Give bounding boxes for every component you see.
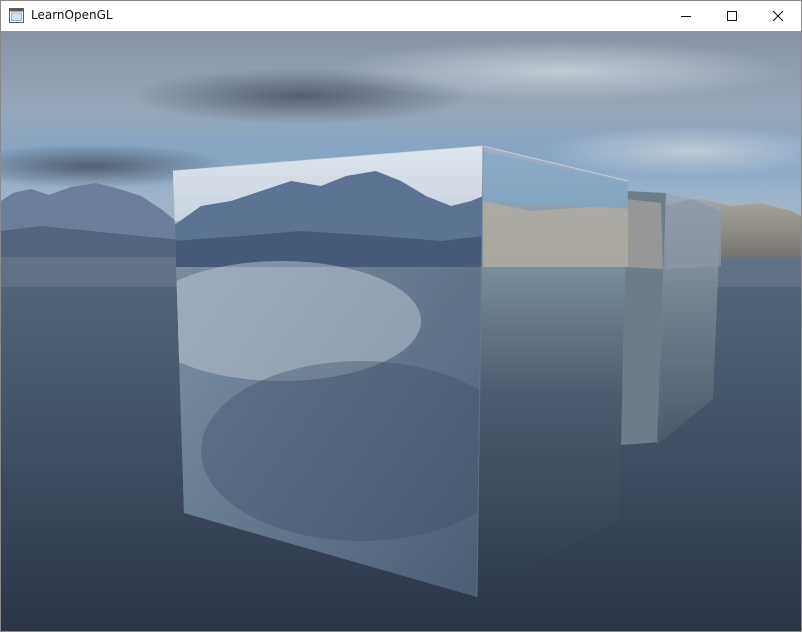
maximize-icon <box>727 11 737 21</box>
minimize-icon <box>681 16 691 17</box>
window-title: LearnOpenGL <box>31 8 113 22</box>
application-window-icon <box>9 8 24 23</box>
close-button[interactable] <box>755 1 801 31</box>
cloud <box>331 41 791 101</box>
maximize-button[interactable] <box>709 1 755 31</box>
minimize-button[interactable] <box>663 1 709 31</box>
close-icon <box>772 10 784 22</box>
title-bar[interactable]: LearnOpenGL <box>1 1 801 31</box>
app-window: LearnOpenGL <box>0 0 802 632</box>
opengl-render-viewport[interactable] <box>1 31 801 631</box>
